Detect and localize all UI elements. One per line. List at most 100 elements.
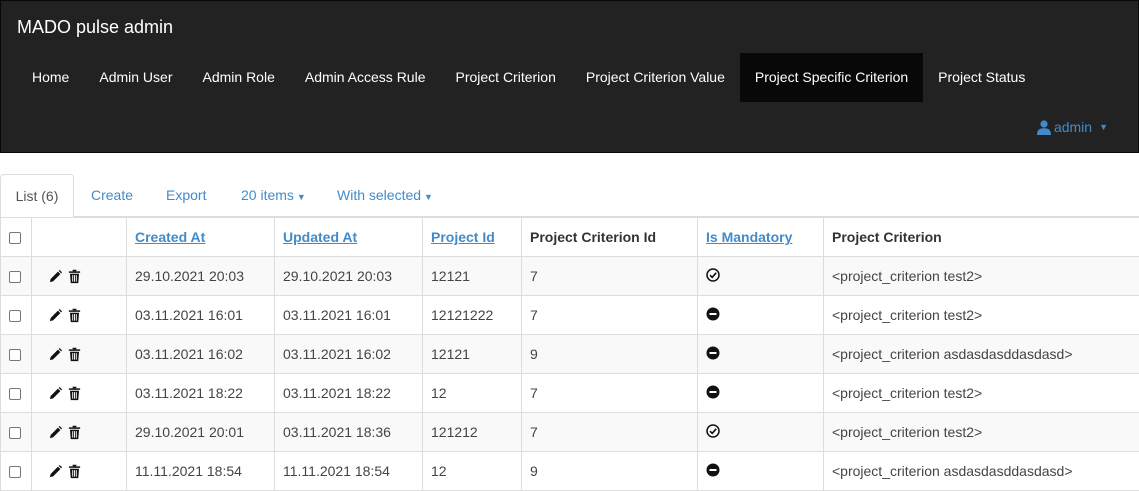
project-id-cell: 121212 xyxy=(423,413,522,452)
row-actions-cell xyxy=(32,335,127,374)
delete-trash-icon[interactable] xyxy=(67,386,82,401)
created-at-header: Created At xyxy=(127,218,275,257)
row-checkbox[interactable] xyxy=(9,310,21,322)
row-actions-cell xyxy=(32,374,127,413)
created-at-cell: 11.11.2021 18:54 xyxy=(127,452,275,491)
delete-trash-icon[interactable] xyxy=(67,464,82,479)
project-criterion-cell: <project_criterion test2> xyxy=(824,296,1139,335)
project-criterion-header: Project Criterion xyxy=(824,218,1139,257)
project-criterion-cell: <project_criterion test2> xyxy=(824,413,1139,452)
select-all-checkbox[interactable] xyxy=(9,232,21,244)
tab-create[interactable]: Create xyxy=(91,174,133,217)
row-select-cell xyxy=(1,335,32,374)
edit-pencil-icon[interactable] xyxy=(48,464,63,479)
edit-pencil-icon[interactable] xyxy=(48,347,63,362)
row-checkbox[interactable] xyxy=(9,466,21,478)
project-id-header: Project Id xyxy=(423,218,522,257)
user-icon xyxy=(1037,120,1051,135)
table-row: 03.11.2021 16:0103.11.2021 16:0112121222… xyxy=(1,296,1139,335)
sort-is-mandatory-link[interactable]: Is Mandatory xyxy=(706,229,792,245)
project-criterion-id-cell: 7 xyxy=(522,257,698,296)
updated-at-cell: 11.11.2021 18:54 xyxy=(275,452,423,491)
row-select-cell xyxy=(1,413,32,452)
per-page-dropdown[interactable]: 20 items▼ xyxy=(241,174,306,217)
caret-down-icon: ▼ xyxy=(297,192,306,202)
project-id-cell: 12121222 xyxy=(423,296,522,335)
select-all-cell xyxy=(1,218,32,257)
project-id-cell: 12121 xyxy=(423,335,522,374)
nav-item-home[interactable]: Home xyxy=(17,53,84,102)
row-select-cell xyxy=(1,296,32,335)
table-row: 03.11.2021 16:0203.11.2021 16:02121219<p… xyxy=(1,335,1139,374)
delete-trash-icon[interactable] xyxy=(67,425,82,440)
delete-trash-icon[interactable] xyxy=(67,347,82,362)
updated-at-cell: 03.11.2021 18:22 xyxy=(275,374,423,413)
row-select-cell xyxy=(1,257,32,296)
criteria-table: Created At Updated At Project Id Project… xyxy=(0,217,1139,491)
action-tabs: List (6) Create Export 20 items▼ With se… xyxy=(0,174,1139,217)
nav-item-project-status[interactable]: Project Status xyxy=(923,53,1040,102)
is-mandatory-cell xyxy=(698,335,824,374)
edit-pencil-icon[interactable] xyxy=(48,308,63,323)
minus-circle-icon xyxy=(706,385,720,399)
project-id-cell: 12121 xyxy=(423,257,522,296)
with-selected-label: With selected xyxy=(337,187,421,203)
row-checkbox[interactable] xyxy=(9,349,21,361)
table-row: 29.10.2021 20:0103.11.2021 18:361212127<… xyxy=(1,413,1139,452)
is-mandatory-cell xyxy=(698,374,824,413)
app-title[interactable]: MADO pulse admin xyxy=(17,17,173,38)
user-menu[interactable]: admin ▼ xyxy=(1037,119,1108,135)
sort-project-id-link[interactable]: Project Id xyxy=(431,229,495,245)
created-at-cell: 03.11.2021 16:02 xyxy=(127,335,275,374)
created-at-cell: 03.11.2021 18:22 xyxy=(127,374,275,413)
nav-item-admin-user[interactable]: Admin User xyxy=(84,53,187,102)
nav-item-admin-role[interactable]: Admin Role xyxy=(188,53,290,102)
is-mandatory-header: Is Mandatory xyxy=(698,218,824,257)
tab-export[interactable]: Export xyxy=(166,174,206,217)
delete-trash-icon[interactable] xyxy=(67,308,82,323)
row-checkbox[interactable] xyxy=(9,388,21,400)
check-circle-icon xyxy=(706,424,720,438)
with-selected-dropdown[interactable]: With selected▼ xyxy=(337,174,433,217)
table-row: 29.10.2021 20:0329.10.2021 20:03121217<p… xyxy=(1,257,1139,296)
is-mandatory-cell xyxy=(698,257,824,296)
project-criterion-id-cell: 9 xyxy=(522,335,698,374)
minus-circle-icon xyxy=(706,307,720,321)
nav-item-project-criterion[interactable]: Project Criterion xyxy=(440,53,570,102)
project-criterion-id-cell: 9 xyxy=(522,452,698,491)
project-criterion-id-header: Project Criterion Id xyxy=(522,218,698,257)
table-row: 03.11.2021 18:2203.11.2021 18:22127<proj… xyxy=(1,374,1139,413)
edit-pencil-icon[interactable] xyxy=(48,269,63,284)
delete-trash-icon[interactable] xyxy=(67,269,82,284)
table-row: 11.11.2021 18:5411.11.2021 18:54129<proj… xyxy=(1,452,1139,491)
row-select-cell xyxy=(1,374,32,413)
tab-list[interactable]: List (6) xyxy=(0,174,74,218)
project-criterion-id-cell: 7 xyxy=(522,296,698,335)
nav-item-admin-access-rule[interactable]: Admin Access Rule xyxy=(290,53,441,102)
main-nav: Home Admin User Admin Role Admin Access … xyxy=(17,53,1040,102)
created-at-cell: 29.10.2021 20:03 xyxy=(127,257,275,296)
created-at-cell: 03.11.2021 16:01 xyxy=(127,296,275,335)
row-actions-cell xyxy=(32,257,127,296)
nav-item-project-specific-criterion[interactable]: Project Specific Criterion xyxy=(740,53,923,102)
sort-created-at-link[interactable]: Created At xyxy=(135,229,205,245)
project-criterion-cell: <project_criterion test2> xyxy=(824,257,1139,296)
edit-pencil-icon[interactable] xyxy=(48,425,63,440)
minus-circle-icon xyxy=(706,463,720,477)
updated-at-cell: 29.10.2021 20:03 xyxy=(275,257,423,296)
project-criterion-id-cell: 7 xyxy=(522,413,698,452)
nav-item-project-criterion-value[interactable]: Project Criterion Value xyxy=(571,53,740,102)
sort-updated-at-link[interactable]: Updated At xyxy=(283,229,357,245)
user-name: admin xyxy=(1054,119,1092,135)
edit-pencil-icon[interactable] xyxy=(48,386,63,401)
project-criterion-cell: <project_criterion asdasdasddasdasd> xyxy=(824,452,1139,491)
row-checkbox[interactable] xyxy=(9,271,21,283)
per-page-label: 20 items xyxy=(241,187,294,203)
project-criterion-id-cell: 7 xyxy=(522,374,698,413)
top-navbar: MADO pulse admin Home Admin User Admin R… xyxy=(0,0,1139,153)
updated-at-cell: 03.11.2021 18:36 xyxy=(275,413,423,452)
project-id-cell: 12 xyxy=(423,374,522,413)
is-mandatory-cell xyxy=(698,413,824,452)
project-id-cell: 12 xyxy=(423,452,522,491)
row-checkbox[interactable] xyxy=(9,427,21,439)
